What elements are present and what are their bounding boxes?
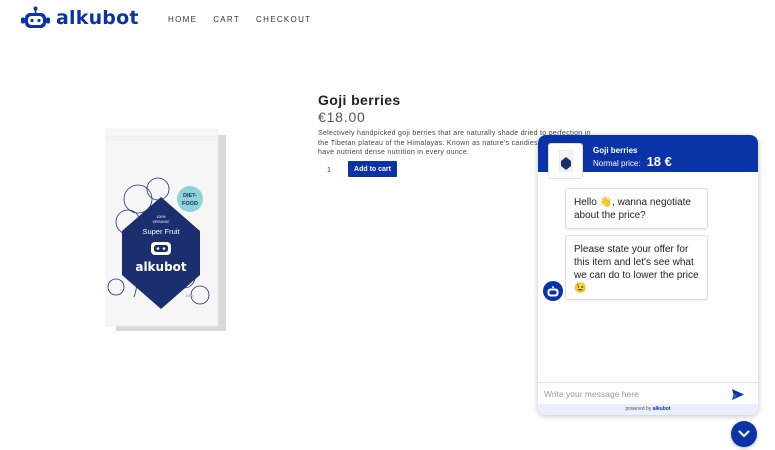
package-badge-line2: FOOD	[182, 201, 198, 207]
product-thumbnail-icon	[558, 150, 573, 172]
product-title: Goji berries	[318, 92, 401, 108]
logo-text: alkubot	[56, 7, 139, 29]
package-organic-line2: ORGANIC	[153, 220, 170, 224]
normal-price-label: Normal price:	[593, 159, 641, 168]
logo[interactable]: alkubot	[20, 6, 139, 30]
quantity-input[interactable]	[318, 163, 340, 177]
powered-by-brand[interactable]: alkubot	[653, 406, 671, 412]
product-image: 100% ORGANIC Super Fruit alkubot 500 g D…	[105, 128, 226, 331]
powered-by: powered by alkubot	[538, 404, 758, 415]
chat-header: Goji berries Normal price: 18 €	[538, 135, 758, 179]
package-label: Super Fruit	[142, 227, 180, 236]
robot-icon	[543, 281, 563, 301]
main-nav: HOME CART CHECKOUT	[168, 15, 311, 24]
chat-product-thumbnail	[548, 143, 583, 179]
robot-logo-icon	[21, 6, 50, 28]
add-to-cart-button[interactable]: Add to cart	[348, 161, 397, 177]
chat-message-input[interactable]	[544, 386, 724, 402]
chevron-down-icon[interactable]	[731, 421, 757, 447]
chat-widget: Goji berries Normal price: 18 € Hello 👋,…	[538, 135, 758, 415]
chat-message: Hello 👋, wanna negotiate about the price…	[565, 188, 708, 229]
send-icon[interactable]	[731, 387, 745, 401]
normal-price-value: 18 €	[646, 154, 672, 169]
chat-message: Please state your offer for this item an…	[565, 235, 708, 300]
nav-home[interactable]: HOME	[168, 15, 197, 24]
powered-by-label: powered by	[625, 406, 652, 412]
package-badge-line1: DIET-	[183, 193, 197, 199]
package-brand: alkubot	[135, 260, 187, 274]
nav-checkout[interactable]: CHECKOUT	[256, 15, 311, 24]
package-organic-line1: 100%	[156, 215, 166, 219]
page: alkubot HOME CART CHECKOUT 100% ORGANIC …	[0, 0, 775, 450]
chat-price-row: Normal price: 18 €	[593, 154, 672, 169]
chat-input-area	[538, 382, 758, 404]
product-price: €18.00	[318, 109, 366, 125]
nav-cart[interactable]: CART	[213, 15, 240, 24]
package-weight: 500 g	[186, 294, 195, 298]
